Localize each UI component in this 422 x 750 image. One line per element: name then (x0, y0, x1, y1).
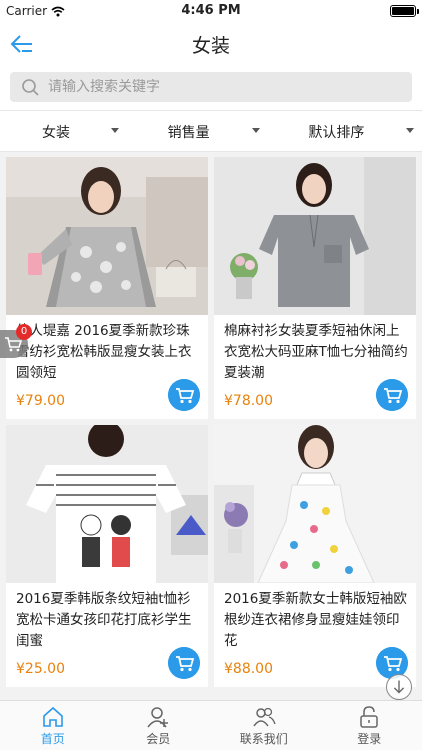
add-to-cart-button[interactable] (168, 647, 200, 679)
caret-down-icon (111, 128, 119, 133)
floating-cart-button[interactable]: 0 (0, 324, 32, 358)
tab-contact[interactable]: 联系我们 (211, 701, 317, 750)
product-image (214, 425, 416, 583)
product-grid: 佳人堤嘉 2016夏季新款珍珠雪纺衫宽松韩版显瘦女装上衣圆领短 ¥79.00 棉… (6, 157, 416, 697)
product-image (214, 157, 416, 315)
clock: 4:46 PM (181, 3, 241, 18)
contact-icon (253, 707, 276, 727)
scroll-down-icon[interactable] (386, 674, 412, 700)
product-price: ¥25.00 (16, 661, 65, 677)
lock-icon (360, 706, 378, 728)
product-card[interactable]: 棉麻衬衫女装夏季短袖休闲上衣宽松大码亚麻T恤七分袖简约夏装潮 ¥78.00 (214, 157, 416, 419)
search-box[interactable] (10, 72, 412, 102)
tab-home[interactable]: 首页 (0, 701, 106, 750)
cart-count-badge: 0 (16, 324, 32, 340)
product-card[interactable]: 佳人堤嘉 2016夏季新款珍珠雪纺衫宽松韩版显瘦女装上衣圆领短 ¥79.00 (6, 157, 208, 419)
caret-down-icon (251, 128, 260, 133)
tab-contact-label: 联系我们 (239, 732, 288, 746)
product-card[interactable]: 2016夏季新款女士韩版短袖欧根纱连衣裙修身显瘦娃娃领印花 ¥88.00 (214, 425, 416, 687)
search-bar (0, 66, 422, 110)
product-image (6, 425, 208, 583)
product-name: 2016夏季新款女士韩版短袖欧根纱连衣裙修身显瘦娃娃领印花 (224, 591, 407, 649)
product-price: ¥78.00 (224, 393, 273, 409)
product-name: 佳人堤嘉 2016夏季新款珍珠雪纺衫宽松韩版显瘦女装上衣圆领短 (16, 323, 192, 381)
search-icon (22, 79, 39, 96)
tab-login[interactable]: 登录 (317, 701, 422, 750)
product-name: 棉麻衬衫女装夏季短袖休闲上衣宽松大码亚麻T恤七分袖简约夏装潮 (224, 323, 408, 381)
filter-sales-label: 销售量 (167, 125, 210, 141)
tab-member[interactable]: 会员 (106, 701, 212, 750)
filter-bar: 女装 销售量 默认排序 (0, 110, 422, 152)
product-price: ¥79.00 (16, 393, 65, 409)
caret-down-icon (406, 128, 415, 133)
page-title: 女装 (191, 35, 230, 57)
add-to-cart-button[interactable] (376, 379, 408, 411)
filter-category-label: 女装 (42, 125, 70, 141)
search-input[interactable] (48, 79, 388, 95)
filter-sort-label: 默认排序 (308, 125, 365, 141)
home-icon (42, 706, 63, 727)
filter-sort[interactable]: 默认排序 (281, 111, 422, 151)
nav-bar: 女装 (0, 22, 422, 66)
tab-bar: 首页 会员 联系我们 登录 (0, 700, 422, 750)
add-to-cart-button[interactable] (168, 379, 200, 411)
member-icon (147, 707, 169, 728)
filter-sales[interactable]: 销售量 (141, 111, 282, 151)
product-name: 2016夏季韩版条纹短袖t恤衫宽松卡通女孩印花打底衫学生闺蜜 (16, 591, 192, 649)
product-card[interactable]: 2016夏季韩版条纹短袖t恤衫宽松卡通女孩印花打底衫学生闺蜜 ¥25.00 (6, 425, 208, 687)
status-bar: Carrier 4:46 PM (0, 0, 422, 22)
tab-home-label: 首页 (40, 732, 65, 746)
battery-icon (390, 5, 419, 17)
product-price: ¥88.00 (224, 661, 273, 677)
filter-category[interactable]: 女装 (0, 111, 141, 151)
tab-login-label: 登录 (357, 732, 382, 746)
product-image (6, 157, 208, 315)
tab-member-label: 会员 (146, 732, 171, 746)
